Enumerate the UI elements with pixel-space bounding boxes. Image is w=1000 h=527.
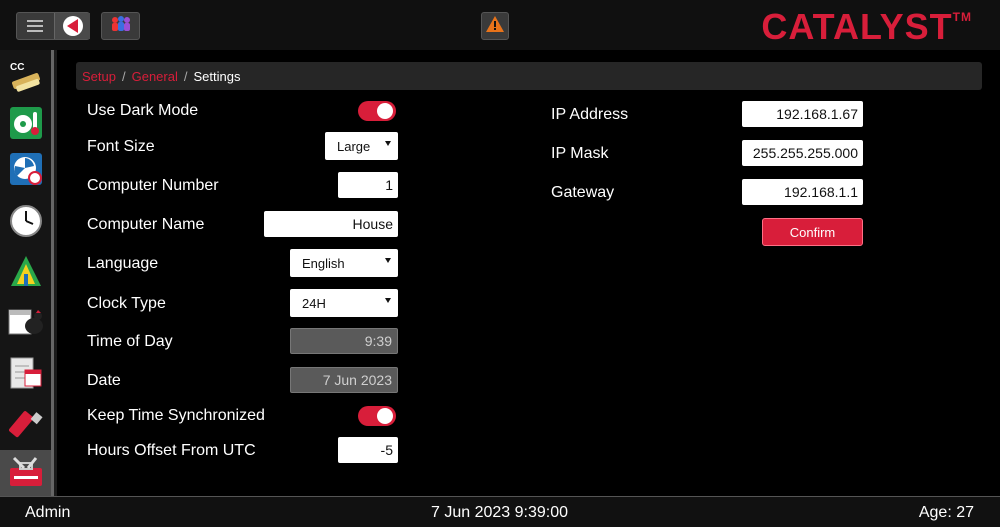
clock-type-label: Clock Type xyxy=(87,295,166,312)
catalyst-logo: CATALYSTTM xyxy=(761,6,972,47)
clock-type-value: 24H xyxy=(302,295,326,311)
settings-panel: Setup / General / Settings Use Dark Mode… xyxy=(57,50,1000,496)
ip-address-input[interactable]: 192.168.1.67 xyxy=(742,101,863,127)
lighting-icon xyxy=(9,254,43,293)
sidebar-item-clock[interactable] xyxy=(0,200,51,246)
flock-age: Age: 27 xyxy=(918,504,974,521)
ip-mask-input[interactable]: 255.255.255.000 xyxy=(742,140,863,166)
top-bar: CATALYSTTM xyxy=(0,0,1000,50)
utc-offset-input[interactable]: -5 xyxy=(338,437,398,463)
calibration-icon: CC xyxy=(8,59,44,100)
dark-mode-label: Use Dark Mode xyxy=(87,102,199,119)
chevron-down-icon xyxy=(385,298,391,303)
language-label: Language xyxy=(87,255,159,272)
computer-name-label: Computer Name xyxy=(87,216,205,233)
font-size-value: Large xyxy=(337,138,371,154)
toggle-knob xyxy=(377,103,393,119)
sidebar-item-ventilation[interactable] xyxy=(0,102,51,148)
sidebar-item-cc-calibration[interactable]: CC xyxy=(0,56,51,102)
sidebar-item-lighting[interactable] xyxy=(0,250,51,296)
current-datetime: 7 Jun 2023 9:39:00 xyxy=(431,504,569,521)
usb-drive-icon xyxy=(8,406,43,445)
menu-nav-group xyxy=(16,12,90,40)
time-of-day-input: 9:39 xyxy=(290,328,398,354)
current-user: Admin xyxy=(25,504,71,521)
date-label: Date xyxy=(87,372,121,389)
sidebar-item-bird-count[interactable] xyxy=(0,300,51,346)
calendar-log-icon xyxy=(9,354,43,395)
computer-name-input[interactable]: House xyxy=(264,211,398,237)
toolbox-icon xyxy=(8,454,44,493)
users-icon xyxy=(109,14,133,39)
chicken-calendar-icon xyxy=(8,304,44,343)
status-bar: Admin 7 Jun 2023 9:39:00 Age: 27 xyxy=(0,496,1000,527)
breadcrumb-general[interactable]: General xyxy=(132,69,178,84)
svg-text:CC: CC xyxy=(10,62,24,73)
language-value: English xyxy=(302,255,345,271)
hamburger-menu-icon[interactable] xyxy=(16,13,54,39)
gateway-input[interactable]: 192.168.1.1 xyxy=(742,179,863,205)
chevron-down-icon xyxy=(385,258,391,263)
sidebar-item-fan-timer[interactable] xyxy=(0,148,51,194)
font-size-select[interactable]: Large xyxy=(325,132,398,160)
warning-icon xyxy=(485,15,505,38)
breadcrumb-separator: / xyxy=(121,68,126,84)
breadcrumb: Setup / General / Settings xyxy=(76,62,982,90)
keep-time-sync-toggle[interactable] xyxy=(358,406,396,426)
ip-mask-label: IP Mask xyxy=(551,145,609,162)
toggle-knob xyxy=(377,408,393,424)
gateway-label: Gateway xyxy=(551,184,615,201)
breadcrumb-settings: Settings xyxy=(193,68,241,84)
dark-mode-toggle[interactable] xyxy=(358,101,396,121)
back-arrow-icon[interactable] xyxy=(54,13,90,39)
ip-address-label: IP Address xyxy=(551,106,629,123)
breadcrumb-separator: / xyxy=(183,68,188,84)
sidebar-item-setup[interactable] xyxy=(0,450,51,496)
language-select[interactable]: English xyxy=(290,249,398,277)
confirm-button[interactable]: Confirm xyxy=(762,218,863,246)
sidebar: CC xyxy=(0,50,54,496)
computer-number-label: Computer Number xyxy=(87,177,219,194)
fan-timer-icon xyxy=(9,152,43,191)
sidebar-item-history-log[interactable] xyxy=(0,351,51,397)
font-size-label: Font Size xyxy=(87,138,155,155)
date-input: 7 Jun 2023 xyxy=(290,367,398,393)
alarm-button[interactable] xyxy=(481,12,509,40)
utc-offset-label: Hours Offset From UTC xyxy=(87,442,256,459)
keep-time-sync-label: Keep Time Synchronized xyxy=(87,407,265,424)
computer-number-input[interactable]: 1 xyxy=(338,172,398,198)
sidebar-item-usb[interactable] xyxy=(0,402,51,448)
clock-type-select[interactable]: 24H xyxy=(290,289,398,317)
users-button[interactable] xyxy=(101,12,140,40)
time-of-day-label: Time of Day xyxy=(87,333,173,350)
ventilation-temperature-icon xyxy=(9,106,43,145)
breadcrumb-setup[interactable]: Setup xyxy=(82,69,116,84)
chevron-down-icon xyxy=(385,141,391,146)
clock-icon xyxy=(9,204,43,243)
